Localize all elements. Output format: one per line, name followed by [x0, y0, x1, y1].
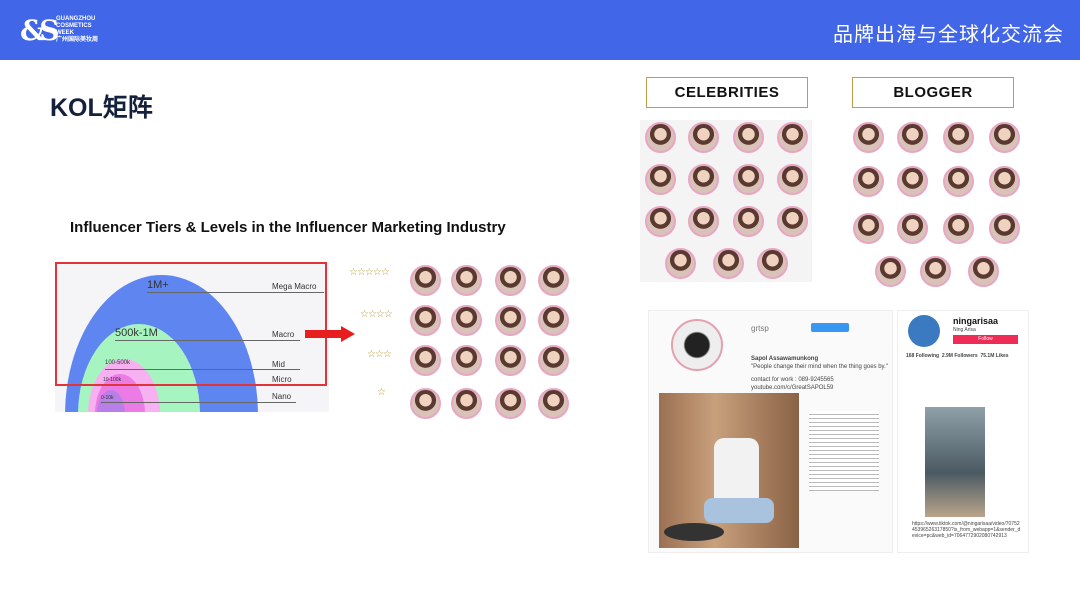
page-title: KOL矩阵 — [50, 94, 153, 122]
follow-button[interactable]: Follow — [953, 335, 1018, 344]
header-bar: &S GUANGZHOU COSMETICS WEEK 广州国际美妆周 品牌出海… — [0, 0, 1080, 60]
influencer-avatar — [897, 122, 928, 153]
influencer-avatar — [688, 206, 719, 237]
influencer-avatar — [495, 388, 526, 419]
tiktok-screenshot: ningarisaa Ning Arisa Follow 168 Followi… — [897, 310, 1029, 553]
influencer-avatar — [410, 305, 441, 336]
influencer-avatar — [451, 305, 482, 336]
influencer-avatar — [875, 256, 906, 287]
follow-button[interactable] — [811, 323, 849, 332]
influencer-avatar — [733, 122, 764, 153]
influencer-avatar — [943, 122, 974, 153]
influencer-avatar — [495, 345, 526, 376]
influencer-avatar — [968, 256, 999, 287]
influencer-avatar — [757, 248, 788, 279]
influencer-avatar — [451, 265, 482, 296]
tt-username: ningarisaa — [953, 316, 999, 326]
influencer-avatar — [777, 164, 808, 195]
influencer-avatar — [410, 265, 441, 296]
ig-bio-name: Sapol Assawamunkong — [751, 356, 819, 362]
influencer-avatar — [665, 248, 696, 279]
arrow-right-icon — [305, 326, 355, 342]
influencer-avatar — [688, 122, 719, 153]
influencer-avatar — [495, 305, 526, 336]
influencer-avatar — [410, 345, 441, 376]
influencer-avatar — [943, 166, 974, 197]
influencer-avatar — [538, 388, 569, 419]
followers-count: 2.9M — [941, 353, 953, 359]
influencer-avatar — [897, 166, 928, 197]
influencer-avatar — [777, 206, 808, 237]
influencer-avatar — [897, 213, 928, 244]
logo-line: 广州国际美妆周 — [56, 37, 99, 43]
influencer-avatar — [538, 265, 569, 296]
profile-avatar — [671, 319, 723, 371]
tier-range: 0-10k — [101, 395, 114, 401]
star-rating: ☆☆☆☆ — [360, 309, 393, 320]
tt-stats: 168 Following 2.9M Followers 75.1M Likes — [906, 353, 1009, 359]
influencer-avatar — [645, 164, 676, 195]
highlight-box — [55, 262, 327, 386]
influencer-avatar — [989, 213, 1020, 244]
influencer-avatar — [943, 213, 974, 244]
influencer-avatar — [713, 248, 744, 279]
ig-link[interactable]: youtube.com/c/GreatSAPOL59 — [751, 385, 833, 391]
influencer-avatar — [853, 122, 884, 153]
influencer-avatar — [777, 122, 808, 153]
jeans — [704, 498, 774, 523]
influencer-avatar — [645, 122, 676, 153]
post-caption — [809, 411, 879, 491]
following-count: 168 — [906, 353, 915, 359]
influencer-avatar — [410, 388, 441, 419]
divider — [101, 402, 296, 403]
ig-quote: "People change their mind when the thing… — [751, 364, 888, 370]
star-rating: ☆ — [377, 387, 386, 398]
influencer-avatar — [733, 206, 764, 237]
influencer-avatar — [989, 122, 1020, 153]
influencer-avatar — [495, 265, 526, 296]
influencer-avatar — [920, 256, 951, 287]
post-photo — [659, 393, 799, 548]
influencer-avatar — [538, 345, 569, 376]
instagram-screenshot: grtsp Sapol Assawamunkong "People change… — [648, 310, 893, 553]
influencer-avatar — [688, 164, 719, 195]
ig-contact: contact for work : 089-9245565 — [751, 377, 834, 383]
influencer-avatar — [733, 164, 764, 195]
influencer-avatar — [538, 305, 569, 336]
video-thumbnail[interactable] — [925, 407, 985, 517]
logo-line: COSMETICS — [56, 23, 92, 29]
tt-video-url[interactable]: https://www.tiktok.com/@ningarisaa/video… — [912, 521, 1022, 539]
influencer-avatar — [451, 388, 482, 419]
logo: &S — [20, 14, 59, 47]
celebrities-label: CELEBRITIES — [646, 77, 808, 108]
star-rating: ☆☆☆☆☆ — [349, 267, 390, 278]
logo-line: WEEK — [56, 30, 74, 36]
profile-avatar — [908, 315, 940, 347]
event-title: 品牌出海与全球化交流会 — [833, 24, 1064, 46]
likes-count: 75.1M — [980, 353, 995, 359]
influencer-avatar — [645, 206, 676, 237]
blogger-label: BLOGGER — [852, 77, 1014, 108]
logo-text: GUANGZHOU COSMETICS WEEK 广州国际美妆周 — [56, 16, 98, 44]
logo-line: GUANGZHOU — [56, 16, 96, 22]
influencer-avatar — [451, 345, 482, 376]
influencer-avatar — [989, 166, 1020, 197]
diagram-title: Influencer Tiers & Levels in the Influen… — [70, 219, 506, 236]
robot-vacuum — [664, 523, 724, 541]
tier-name: Nano — [272, 392, 292, 401]
influencer-avatar — [853, 166, 884, 197]
influencer-avatar — [853, 213, 884, 244]
tt-display-name: Ning Arisa — [953, 327, 976, 333]
ig-username: grtsp — [751, 324, 769, 333]
star-rating: ☆☆☆ — [367, 349, 392, 360]
